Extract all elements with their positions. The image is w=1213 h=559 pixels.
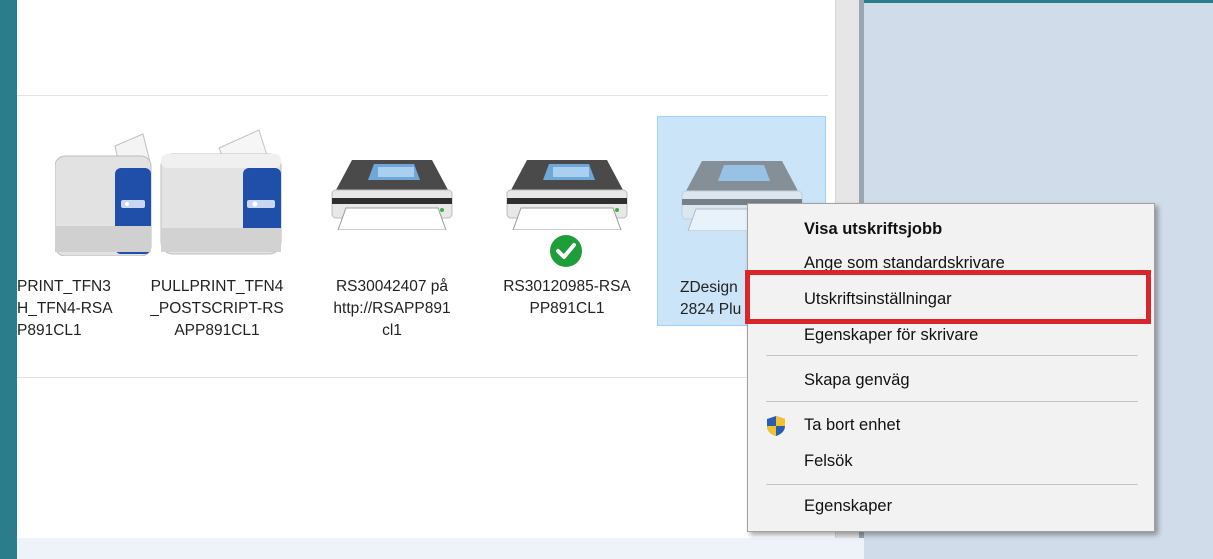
context-menu: Visa utskriftsjobb Ange som standardskri… [747, 203, 1155, 532]
menu-item-ta-bort-enhet[interactable]: Ta bort enhet [748, 408, 1154, 442]
section-divider-top [17, 95, 828, 96]
printer-blue-icon [160, 129, 282, 255]
menu-separator [766, 355, 1138, 356]
menu-separator [766, 401, 1138, 402]
device-item-rs30120985[interactable]: RS30120985-RSA PP891CL1 [487, 116, 647, 328]
device-item-rs30042407[interactable]: RS30042407 på http://RSAPP891 cl1 [312, 116, 472, 339]
menu-item-skapa-genvag[interactable]: Skapa genväg [748, 363, 1154, 397]
menu-item-visa-utskriftsjobb[interactable]: Visa utskriftsjobb [748, 212, 1154, 246]
menu-item-egenskaper[interactable]: Egenskaper [748, 489, 1154, 523]
printer-icon [506, 160, 628, 230]
device-label: RS30120985-RSA PP891CL1 [503, 278, 631, 317]
device-label: PRINT_TFN3 H_TFN4-RSA P891CL1 [17, 278, 113, 339]
default-printer-check-icon [550, 235, 582, 267]
devices-and-printers-window: PRINT_TFN3 H_TFN4-RSA P891CL1 PULLPRINT_… [17, 0, 864, 559]
menu-separator [766, 484, 1138, 485]
highlight-annotation [745, 270, 1151, 324]
printer-icon [331, 160, 453, 230]
uac-shield-icon [767, 416, 785, 436]
device-item-pullprint-tfn4[interactable]: PULLPRINT_TFN4 _POSTSCRIPT-RS APP891CL1 [137, 116, 297, 339]
menu-item-felsok[interactable]: Felsök [748, 444, 1154, 478]
menu-item-label: Ta bort enhet [804, 416, 901, 434]
status-strip [17, 538, 864, 559]
device-item-print-tfn3[interactable]: PRINT_TFN3 H_TFN4-RSA P891CL1 [17, 116, 152, 339]
device-label: PULLPRINT_TFN4 _POSTSCRIPT-RS APP891CL1 [150, 278, 284, 339]
section-divider-bottom [17, 377, 828, 378]
device-label: RS30042407 på http://RSAPP891 cl1 [333, 278, 451, 339]
